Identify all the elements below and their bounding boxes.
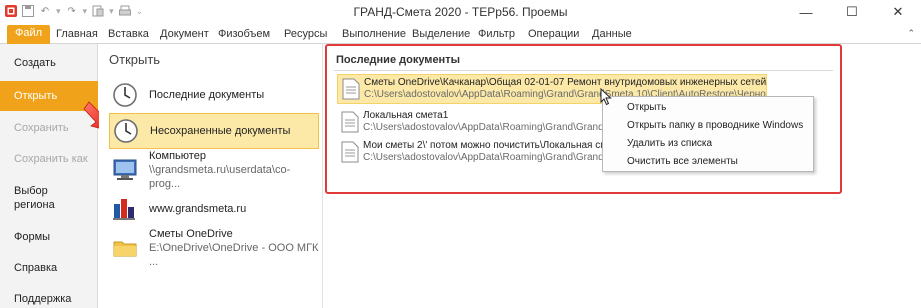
title-bar: ↶ ▾ ↷ ▾ ▾ ⌄ ГРАНД-Смета 2020 - ТЕРр56. П…	[0, 0, 921, 24]
grand-logo-icon	[109, 193, 141, 225]
open-website[interactable]: www.grandsmeta.ru	[109, 192, 319, 226]
open-onedrive-label: Сметы OneDrive	[149, 228, 233, 240]
collapse-ribbon-icon[interactable]: ⌃	[907, 28, 915, 39]
folder-icon	[109, 232, 141, 264]
divider	[334, 70, 833, 71]
nav-select-region[interactable]: Выбор региона	[0, 184, 80, 212]
open-onedrive[interactable]: Сметы OneDrive E:\OneDrive\OneDrive - ОО…	[109, 228, 319, 268]
context-menu-clear-all[interactable]: Очистить все элементы	[627, 156, 738, 167]
recent-doc-title: Локальная смета1	[363, 110, 449, 121]
open-options-panel: Открыть Последние документы Несохраненны…	[99, 44, 323, 308]
clock-icon	[109, 79, 141, 111]
context-menu-remove-from-list[interactable]: Удалить из списка	[627, 138, 712, 149]
document-icon	[337, 108, 363, 136]
recent-doc-path: C:\Users\adostovalov\AppData\Roaming\Gra…	[363, 152, 641, 163]
open-unsaved-docs[interactable]: Несохраненные документы	[109, 113, 319, 149]
open-recent-docs[interactable]: Последние документы	[109, 78, 319, 112]
open-unsaved-docs-label: Несохраненные документы	[150, 125, 291, 137]
open-computer[interactable]: Компьютер \\grandsmeta.ru\userdata\co-pr…	[109, 150, 319, 190]
tab-volume[interactable]: Физобъем	[218, 26, 270, 44]
open-recent-docs-label: Последние документы	[149, 89, 265, 101]
maximize-button[interactable]: ☐	[829, 0, 875, 24]
computer-icon	[109, 154, 141, 186]
tab-selection[interactable]: Выделение	[412, 26, 470, 44]
context-menu-open-folder[interactable]: Открыть папку в проводнике Windows	[627, 120, 803, 131]
context-menu-open[interactable]: Открыть	[627, 102, 666, 113]
open-computer-label: Компьютер	[149, 150, 206, 162]
nav-create[interactable]: Создать	[0, 56, 98, 70]
open-computer-path: \\grandsmeta.ru\userdata\co-prog...	[149, 164, 291, 190]
tab-insert[interactable]: Вставка	[108, 26, 149, 44]
window-controls: — ☐ ✕	[783, 0, 921, 24]
clock-icon	[110, 115, 142, 147]
tab-document[interactable]: Документ	[160, 26, 209, 44]
tab-data[interactable]: Данные	[592, 26, 632, 44]
recent-doc-path: C:\Users\adostovalov\AppData\Roaming\Gra…	[363, 122, 641, 133]
open-website-label: www.grandsmeta.ru	[149, 203, 247, 215]
document-icon	[338, 75, 364, 103]
nav-help[interactable]: Справка	[0, 261, 98, 275]
tab-file[interactable]: Файл	[7, 25, 51, 44]
tab-filter[interactable]: Фильтр	[478, 26, 515, 44]
backstage-nav: Создать Открыть Сохранить Сохранить как …	[0, 44, 98, 308]
minimize-button[interactable]: —	[783, 0, 829, 24]
tab-operations[interactable]: Операции	[528, 26, 579, 44]
tab-resources[interactable]: Ресурсы	[284, 26, 327, 44]
open-onedrive-path: E:\OneDrive\OneDrive - ООО МГК ...	[149, 242, 319, 268]
nav-support[interactable]: Поддержка	[0, 292, 98, 306]
nav-save-as[interactable]: Сохранить как	[0, 152, 98, 166]
recent-doc-title: Мои сметы 2\' потом можно почистить\Лока…	[363, 140, 636, 151]
recent-header: Последние документы	[336, 54, 460, 66]
mouse-cursor-icon	[600, 88, 612, 106]
context-menu: Открыть Открыть папку в проводнике Windo…	[602, 96, 814, 172]
open-header: Открыть	[109, 52, 161, 67]
close-button[interactable]: ✕	[875, 0, 921, 24]
recent-doc-title: Сметы OneDrive\Качканар\Общая 02-01-07 Р…	[364, 77, 766, 88]
document-icon	[337, 138, 363, 166]
tab-execution[interactable]: Выполнение	[342, 26, 406, 44]
ribbon-tabs: Файл Главная Вставка Документ Физобъем Р…	[0, 24, 921, 44]
nav-forms[interactable]: Формы	[0, 230, 98, 244]
tab-home[interactable]: Главная	[56, 26, 98, 44]
